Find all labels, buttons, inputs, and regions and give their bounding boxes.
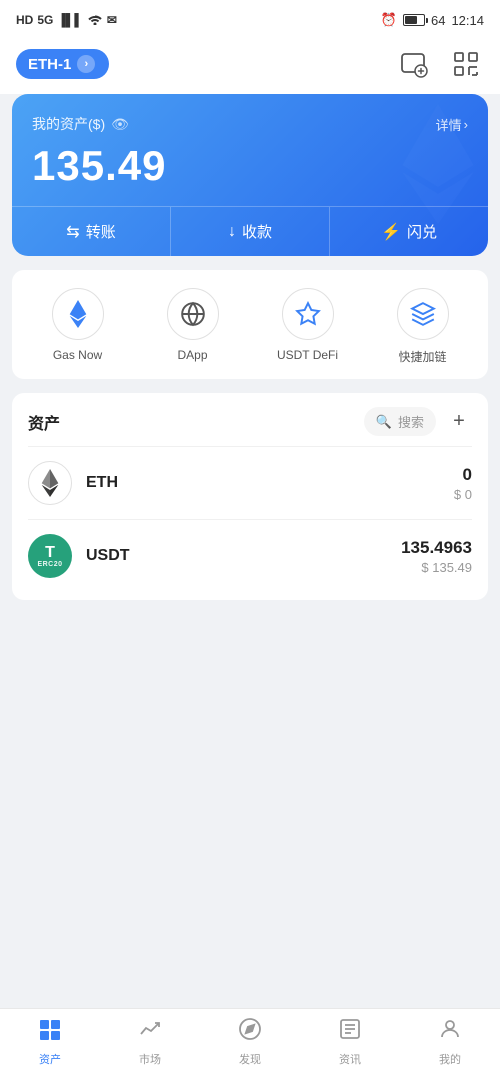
usdt-name-col: USDT xyxy=(86,547,387,565)
nav-profile-label: 我的 xyxy=(439,1051,461,1067)
eth-amount-col: 0 $ 0 xyxy=(454,465,472,502)
evm-chain-label: 快捷加链 xyxy=(398,348,446,365)
eth-bg-logo xyxy=(378,104,488,240)
nav-item-profile[interactable]: 我的 xyxy=(420,1017,480,1067)
evm-chain-icon-wrap xyxy=(397,288,449,340)
nav-item-market[interactable]: 市场 xyxy=(120,1017,180,1067)
scan-button[interactable] xyxy=(448,46,484,82)
battery-level: 64 xyxy=(431,13,445,28)
wallet-name: ETH-1 xyxy=(28,56,71,73)
gas-now-label: Gas Now xyxy=(53,348,102,362)
nav-market-label: 市场 xyxy=(139,1051,161,1067)
usdt-usd: $ 135.49 xyxy=(401,560,472,575)
add-wallet-button[interactable] xyxy=(396,46,432,82)
receive-button[interactable]: ↓ 收款 xyxy=(171,207,330,256)
nav-profile-icon xyxy=(438,1017,462,1047)
nav-discover-icon xyxy=(238,1017,262,1047)
signal-bars: ▐▌▌ xyxy=(57,13,83,27)
assets-header: 资产 🔍 搜索 + xyxy=(12,393,488,446)
nav-news-icon xyxy=(338,1017,362,1047)
usdt-defi-icon-wrap xyxy=(282,288,334,340)
status-bar: HD 5G ▐▌▌ ✉ ⏰ 64 12:14 xyxy=(0,0,500,36)
nav-discover-label: 发现 xyxy=(239,1051,261,1067)
status-right: ⏰ 64 12:14 xyxy=(381,12,484,28)
eth-usd: $ 0 xyxy=(454,487,472,502)
usdt-coin-name: USDT xyxy=(86,547,387,565)
nav-item-assets[interactable]: 资产 xyxy=(20,1017,80,1067)
search-box[interactable]: 🔍 搜索 xyxy=(364,407,436,436)
quick-item-evm-chain[interactable]: 快捷加链 xyxy=(388,288,458,365)
wallet-dropdown-arrow: › xyxy=(77,55,95,73)
wifi-icon xyxy=(87,13,103,28)
wallet-selector[interactable]: ETH-1 › xyxy=(16,49,109,79)
eth-coin-name: ETH xyxy=(86,474,440,492)
network-strength: 5G xyxy=(37,13,53,27)
usdt-balance: 135.4963 xyxy=(401,538,472,558)
gas-now-icon-wrap xyxy=(52,288,104,340)
alarm-icon: ⏰ xyxy=(381,12,397,28)
eth-balance: 0 xyxy=(454,465,472,485)
nav-market-icon xyxy=(138,1017,162,1047)
transfer-button[interactable]: ⇆ 转账 xyxy=(12,207,171,256)
hd-indicator: HD xyxy=(16,13,33,27)
quick-item-usdt-defi[interactable]: USDT DeFi xyxy=(273,288,343,365)
quick-item-dapp[interactable]: DApp xyxy=(158,288,228,365)
eth-asset-row[interactable]: ETH 0 $ 0 xyxy=(12,447,488,519)
transfer-label: 转账 xyxy=(86,221,116,242)
usdt-defi-label: USDT DeFi xyxy=(277,348,338,362)
eth-name-col: ETH xyxy=(86,474,440,492)
search-icon: 🔍 xyxy=(376,414,392,430)
detail-link[interactable]: 详情 › xyxy=(436,115,468,134)
battery-icon xyxy=(403,14,425,26)
header: ETH-1 › xyxy=(0,36,500,94)
nav-assets-label: 资产 xyxy=(39,1051,61,1067)
usdt-asset-row[interactable]: T ERC20 USDT 135.4963 $ 135.49 xyxy=(12,520,488,592)
receive-icon: ↓ xyxy=(228,223,236,241)
receive-label: 收款 xyxy=(242,221,272,242)
wechat-icon: ✉ xyxy=(107,13,117,27)
quick-menu: Gas Now DApp USDT DeFi 快捷加 xyxy=(12,270,488,379)
usdt-amount-col: 135.4963 $ 135.49 xyxy=(401,538,472,575)
bottom-nav: 资产 市场 发现 资讯 xyxy=(0,1008,500,1083)
network-info: HD 5G ▐▌▌ ✉ xyxy=(16,13,117,28)
quick-item-gas-now[interactable]: Gas Now xyxy=(43,288,113,365)
assets-title: 资产 xyxy=(28,410,60,434)
assets-section: 资产 🔍 搜索 + ETH 0 $ 0 xyxy=(12,393,488,600)
eye-icon[interactable]: 👁 xyxy=(111,116,129,133)
transfer-icon: ⇆ xyxy=(66,222,79,242)
eth-coin-icon xyxy=(28,461,72,505)
asset-card: 我的资产($) 👁 详情 › 135.49 ⇆ 转账 ↓ 收款 ⚡ 闪兑 xyxy=(12,94,488,256)
asset-label: 我的资产($) 👁 xyxy=(32,114,129,134)
dapp-label: DApp xyxy=(177,348,207,362)
header-actions xyxy=(396,46,484,82)
assets-search-wrap: 🔍 搜索 + xyxy=(364,407,472,436)
add-asset-button[interactable]: + xyxy=(446,409,472,435)
time-display: 12:14 xyxy=(451,13,484,28)
nav-news-label: 资讯 xyxy=(339,1051,361,1067)
nav-item-discover[interactable]: 发现 xyxy=(220,1017,280,1067)
nav-item-news[interactable]: 资讯 xyxy=(320,1017,380,1067)
usdt-badge: T ERC20 xyxy=(37,545,62,568)
search-placeholder: 搜索 xyxy=(398,412,424,431)
usdt-coin-icon: T ERC20 xyxy=(28,534,72,578)
dapp-icon-wrap xyxy=(167,288,219,340)
nav-assets-icon xyxy=(38,1017,62,1047)
